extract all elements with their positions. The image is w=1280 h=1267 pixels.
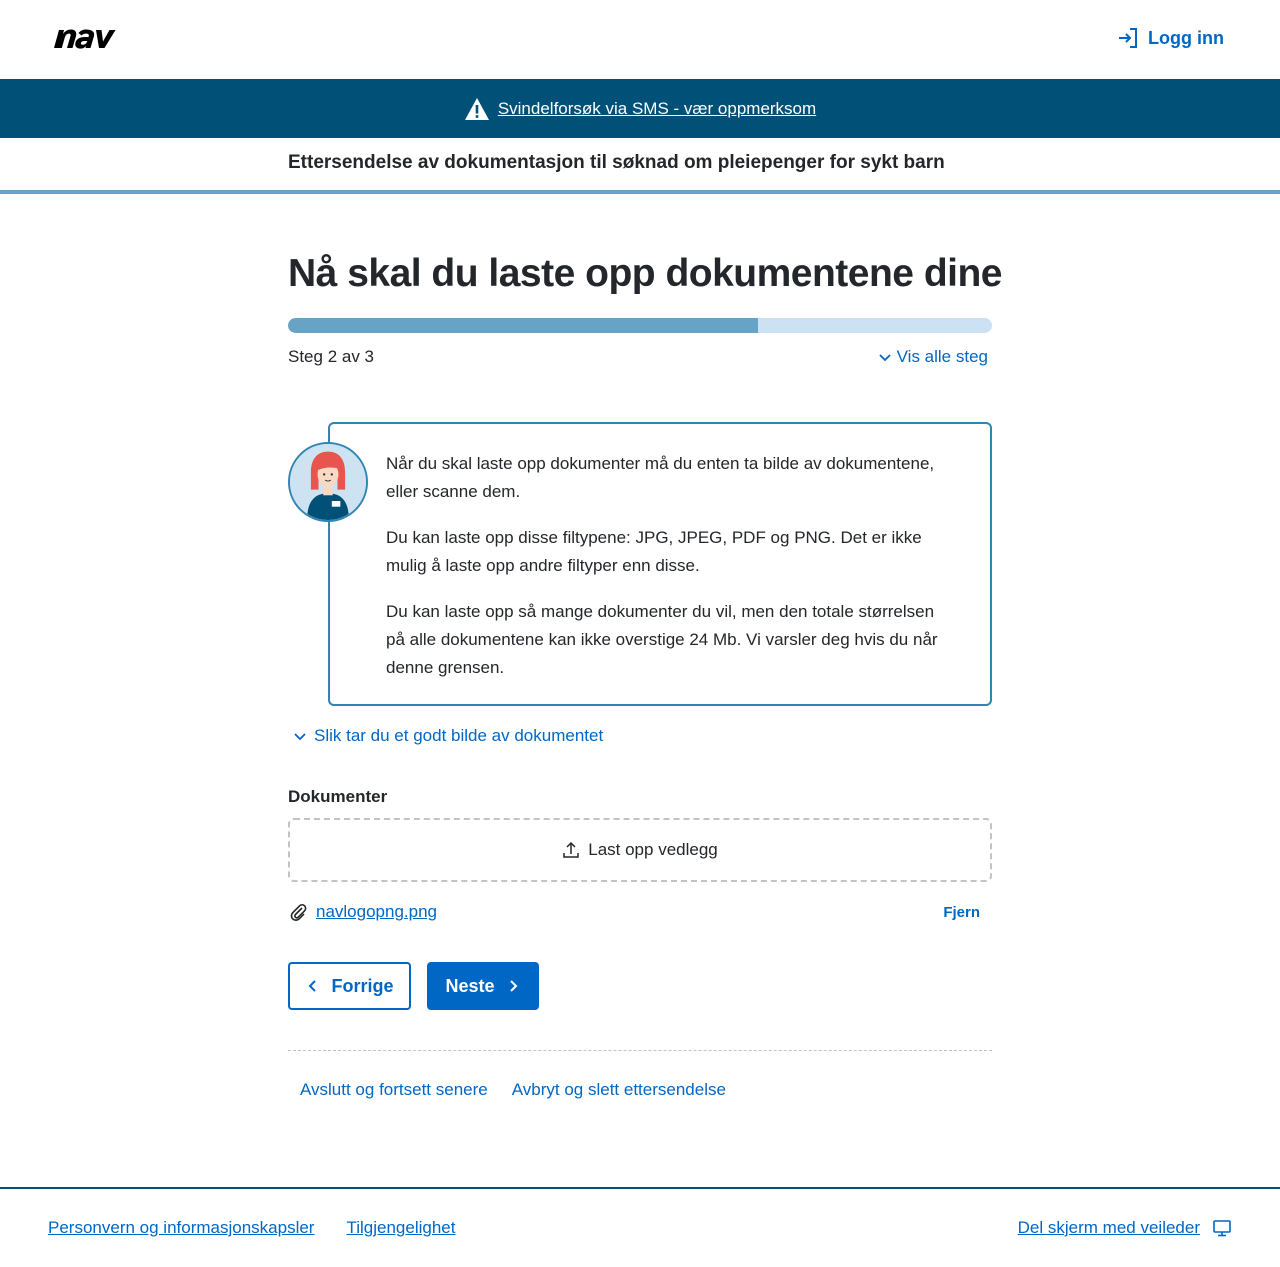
remove-file-button[interactable]: Fjern xyxy=(943,904,980,921)
guide-paragraph: Du kan laste opp så mange dokumenter du … xyxy=(386,602,938,677)
guide-panel: Når du skal laste opp dokumenter må du e… xyxy=(288,422,992,706)
accessibility-link[interactable]: Tilgjengelighet xyxy=(346,1218,455,1238)
uploaded-file-row: navlogopng.png Fjern xyxy=(288,900,992,928)
show-all-steps-button[interactable]: Vis alle steg xyxy=(877,347,988,367)
privacy-link[interactable]: Personvern og informasjonskapsler xyxy=(48,1218,314,1238)
application-header: Ettersendelse av dokumentasjon til søkna… xyxy=(0,138,1280,194)
nav-logo[interactable] xyxy=(52,26,118,52)
progress-bar-fill xyxy=(288,318,758,333)
documents-label: Dokumenter xyxy=(288,787,388,806)
login-button[interactable]: Logg inn xyxy=(1116,26,1224,50)
next-button[interactable]: Neste xyxy=(427,962,539,1010)
guide-avatar xyxy=(288,442,368,522)
alert-banner: Svindelforsøk via SMS - vær oppmerksom xyxy=(0,79,1280,138)
guide-paragraph: Du kan laste opp disse filtypene: JPG, J… xyxy=(386,528,922,575)
login-label: Logg inn xyxy=(1148,27,1224,48)
chevron-down-icon xyxy=(879,354,891,362)
chevron-down-icon xyxy=(294,733,306,741)
page-title: Nå skal du laste opp dokumentene dine xyxy=(288,252,1003,295)
readmore-label: Slik tar du et godt bilde av dokumentet xyxy=(314,726,604,745)
banner-link[interactable]: Svindelforsøk via SMS - vær oppmerksom xyxy=(498,99,816,119)
previous-label: Forrige xyxy=(331,975,394,996)
uploaded-file-link[interactable]: navlogopng.png xyxy=(316,902,437,922)
upload-icon xyxy=(563,841,579,858)
show-all-steps-label: Vis alle steg xyxy=(896,347,988,366)
chevron-right-icon xyxy=(509,980,517,992)
login-icon xyxy=(1119,28,1138,48)
application-title: Ettersendelse av dokumentasjon til søkna… xyxy=(288,152,945,173)
share-screen-label: Del skjerm med veileder xyxy=(1017,1218,1200,1237)
previous-button[interactable]: Forrige xyxy=(288,962,411,1010)
progress-bar xyxy=(288,318,992,333)
upload-label: Last opp vedlegg xyxy=(588,840,718,859)
step-indicator: Steg 2 av 3 xyxy=(288,347,375,366)
site-footer: Personvern og informasjonskapsler Tilgje… xyxy=(0,1187,1280,1267)
paperclip-icon xyxy=(290,903,307,921)
readmore-photo-tips[interactable]: Slik tar du et godt bilde av dokumentet xyxy=(292,726,603,746)
divider xyxy=(288,1050,992,1051)
site-header: Logg inn xyxy=(0,0,1280,79)
cancel-and-delete-button[interactable]: Avbryt og slett ettersendelse xyxy=(512,1080,726,1100)
veileder-illustration xyxy=(290,444,366,520)
chevron-left-icon xyxy=(309,980,317,992)
monitor-icon xyxy=(1213,1220,1231,1237)
warning-icon xyxy=(464,97,489,120)
guide-content: Når du skal laste opp dokumenter må du e… xyxy=(328,422,992,706)
next-label: Neste xyxy=(445,975,495,996)
share-screen-button[interactable]: Del skjerm med veileder xyxy=(1018,1218,1232,1238)
guide-paragraph: Når du skal laste opp dokumenter må du e… xyxy=(386,454,935,501)
save-and-continue-later-button[interactable]: Avslutt og fortsett senere xyxy=(300,1080,488,1100)
form-actions: Avslutt og fortsett senere Avbryt og sle… xyxy=(300,1080,726,1100)
upload-dropzone[interactable]: Last opp vedlegg xyxy=(288,818,992,882)
